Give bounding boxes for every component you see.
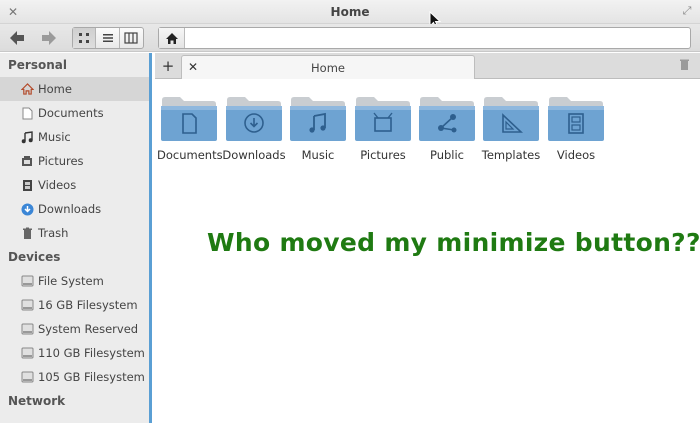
sidebar-item-label: Downloads: [38, 202, 102, 216]
view-mode-switcher: [72, 27, 144, 49]
sidebar-item-trash[interactable]: Trash: [0, 221, 149, 245]
sidebar-item-label: 105 GB Filesystem: [38, 370, 145, 384]
drive-icon: [20, 274, 34, 288]
sidebar-item-pictures[interactable]: Pictures: [0, 149, 149, 173]
sidebar-item-16gb-filesystem[interactable]: 16 GB Filesystem: [0, 293, 149, 317]
sidebar-item-label: Pictures: [38, 154, 84, 168]
folder-label: Videos: [556, 148, 596, 162]
folder-label: Public: [429, 148, 465, 162]
sidebar-item-label: Trash: [38, 226, 69, 240]
sidebar-item-documents[interactable]: Documents: [0, 101, 149, 125]
folder-icon: [548, 97, 604, 141]
document-icon: [20, 106, 34, 120]
annotation-text: Who moved my minimize button??: [207, 228, 700, 257]
sidebar-item-label: 110 GB Filesystem: [38, 346, 145, 360]
home-icon: [165, 32, 178, 44]
folder-icon: [226, 97, 282, 141]
sidebar-section-devices: Devices: [8, 250, 61, 264]
window-title: Home: [330, 5, 370, 19]
tab-home[interactable]: ✕ Home: [181, 55, 475, 79]
tab-bar: + ✕ Home: [155, 53, 700, 79]
list-view-button[interactable]: [96, 28, 120, 48]
folder-icon: [483, 97, 539, 141]
folder-label: Templates: [481, 148, 541, 162]
folder-downloads[interactable]: Downloads: [222, 94, 286, 162]
drive-icon: [20, 346, 34, 360]
folder-icon: [419, 97, 475, 141]
drive-icon: [20, 370, 34, 384]
trash-icon: [680, 59, 689, 70]
download-icon: [20, 202, 34, 216]
sidebar-section-network: Network: [8, 394, 66, 408]
pictures-icon: [20, 154, 34, 168]
folder-label: Music: [301, 148, 335, 162]
sidebar-item-downloads[interactable]: Downloads: [0, 197, 149, 221]
file-view: Documents Downloads Music Pictures Publi…: [155, 80, 700, 423]
new-tab-button[interactable]: +: [159, 57, 177, 75]
arrow-left-icon: [10, 31, 24, 45]
maximize-icon[interactable]: ⤢: [680, 4, 694, 18]
folder-pictures[interactable]: Pictures: [351, 94, 415, 162]
music-note-icon: [20, 130, 34, 144]
sidebar-item-videos[interactable]: Videos: [0, 173, 149, 197]
sidebar-item-label: File System: [38, 274, 104, 288]
folder-documents[interactable]: Documents: [157, 94, 223, 162]
sidebar-item-music[interactable]: Music: [0, 125, 149, 149]
sidebar-item-label: 16 GB Filesystem: [38, 298, 138, 312]
title-bar: ✕ Home ⤢: [0, 0, 700, 24]
icon-view-button[interactable]: [73, 28, 97, 48]
columns-icon: [124, 32, 138, 44]
toolbar: [0, 24, 700, 52]
sidebar-item-system-reserved[interactable]: System Reserved: [0, 317, 149, 341]
folder-icon: [290, 97, 346, 141]
drive-icon: [20, 322, 34, 336]
forward-button[interactable]: [38, 27, 60, 49]
folder-music[interactable]: Music: [286, 94, 350, 162]
column-view-button[interactable]: [120, 28, 143, 48]
grid-icon: [79, 33, 90, 43]
folder-icon: [355, 97, 411, 141]
back-button[interactable]: [6, 27, 28, 49]
folder-videos[interactable]: Videos: [544, 94, 608, 162]
drive-icon: [20, 298, 34, 312]
sidebar-item-file-system[interactable]: File System: [0, 269, 149, 293]
arrow-right-icon: [42, 31, 56, 45]
restore-closed-tab-button[interactable]: [679, 58, 690, 74]
folder-icon: [161, 97, 217, 141]
sidebar-item-home[interactable]: Home: [0, 77, 149, 101]
sidebar-item-label: System Reserved: [38, 322, 139, 336]
sidebar: Personal Home Documents Music Pictures V…: [0, 53, 152, 423]
sidebar-item-label: Videos: [38, 178, 77, 192]
folder-templates[interactable]: Templates: [479, 94, 543, 162]
sidebar-item-label: Music: [38, 130, 71, 144]
sidebar-item-label: Documents: [38, 106, 104, 120]
folder-label: Pictures: [360, 148, 406, 162]
folder-label: Documents: [157, 148, 223, 162]
list-icon: [102, 34, 113, 42]
breadcrumb-home[interactable]: [159, 28, 185, 48]
location-bar[interactable]: [158, 27, 691, 49]
sidebar-section-personal: Personal: [8, 58, 67, 72]
home-icon: [20, 82, 34, 96]
tab-label: Home: [311, 61, 345, 75]
folder-label: Downloads: [222, 148, 286, 162]
sidebar-item-110gb-filesystem[interactable]: 110 GB Filesystem: [0, 341, 149, 365]
folder-public[interactable]: Public: [415, 94, 479, 162]
sidebar-item-label: Home: [38, 82, 72, 96]
trash-icon: [20, 226, 34, 240]
sidebar-item-105gb-filesystem[interactable]: 105 GB Filesystem: [0, 365, 149, 389]
film-icon: [20, 178, 34, 192]
